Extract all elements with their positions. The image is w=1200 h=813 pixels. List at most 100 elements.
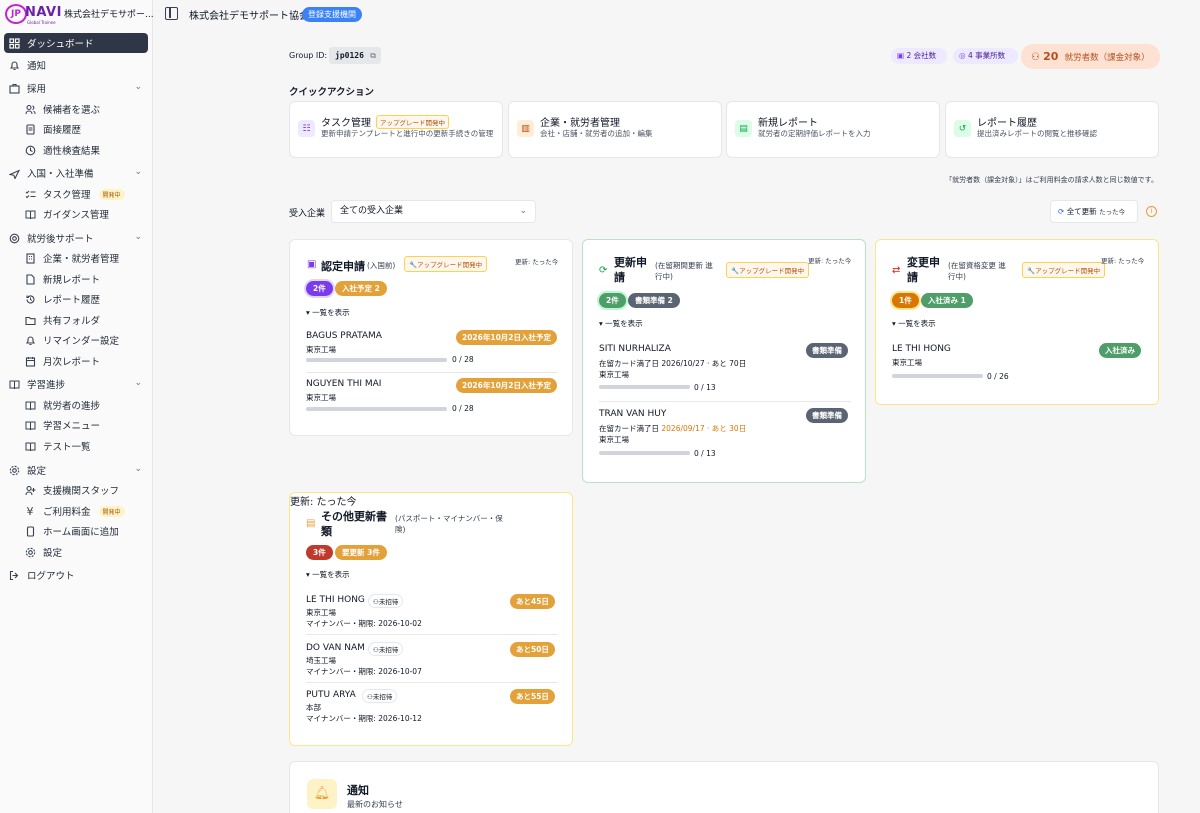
sidebar-item-learning-menu[interactable]: 学習メニュー [4, 415, 148, 435]
progress-bar [306, 358, 447, 362]
residence-expiry: 在留カード満了日 2026/09/17 · あと 30日 [599, 423, 746, 434]
show-list-toggle[interactable]: ▾ 一覧を表示 [306, 307, 350, 318]
building-icon: ▥ [517, 120, 534, 137]
invite-label: 未招待 [372, 693, 393, 701]
logo-mark: JP [5, 4, 27, 24]
invite-status[interactable]: ⚇未招待 [368, 594, 404, 608]
worker-location: 東京工場 [599, 370, 629, 379]
refresh-label: 全て更新 [1066, 207, 1097, 216]
updated-label: 更新: たった今 [808, 257, 852, 265]
sidebar-item-label: 適性検査結果 [43, 146, 101, 157]
invite-status[interactable]: ⚇未招待 [368, 642, 404, 656]
quick-action-task[interactable]: ☷ タスク管理 アップグレード開発中 更新申請テンプレートと進行中の更新手続きの管… [289, 101, 503, 158]
worker-name: NGUYEN THI MAI [306, 379, 382, 389]
users-icon: ⚇ [1031, 52, 1044, 63]
quick-action-new-report[interactable]: ▤ 新規レポート 就労者の定期評価レポートを入力 [726, 101, 940, 158]
refresh-time: たった今 [1099, 208, 1126, 216]
sidebar-item-interview-history[interactable]: 面接履歴 [4, 119, 148, 139]
worker-location: 東京工場 [306, 345, 336, 354]
sidebar-item-dashboard[interactable]: ダッシュボード [4, 33, 148, 53]
sidebar-item-staff[interactable]: 支援機関スタッフ [4, 480, 148, 500]
page-title: 株式会社デモサポート協会 [189, 11, 309, 22]
upgrade-badge: アップグレード開発中 [376, 115, 449, 129]
progress-count: 0 / 28 [452, 355, 474, 364]
sidebar-item-worker-progress[interactable]: 就労者の進捗 [4, 395, 148, 415]
sidebar-item-billing[interactable]: ¥ ご利用料金 開発中 [4, 501, 148, 521]
app-logo[interactable]: JP NAVI Global Trainee [5, 4, 61, 26]
count-chip[interactable]: 3件 [306, 545, 333, 560]
entry-date-tag: 2026年10月2日入社予定 [456, 378, 558, 393]
quick-action-report-history[interactable]: ↺ レポート履歴 提出済みレポートの閲覧と推移確認 [945, 101, 1159, 158]
sidebar: JP NAVI Global Trainee 株式会社デモサポー... ダッシュ… [0, 0, 154, 813]
sidebar-toggle-icon[interactable] [165, 7, 178, 20]
document-expiry: マイナンバー・期限: 2026-10-07 [306, 667, 422, 676]
worker-location: 東京工場 [892, 358, 922, 367]
sidebar-item-settings[interactable]: 設定 [4, 542, 148, 562]
worker-name: SITI NURHALIZA [599, 344, 671, 354]
worker-name: BAGUS PRATAMA [306, 331, 382, 341]
wrench-icon: 🔧 [731, 267, 740, 275]
group-id-label: Group ID: [289, 51, 328, 60]
show-list-toggle[interactable]: ▾ 一覧を表示 [892, 318, 936, 329]
sidebar-item-monthly-report[interactable]: 月次レポート [4, 351, 148, 371]
swap-icon: ⇄ [892, 265, 901, 276]
sidebar-item-company-workers[interactable]: 企業・就労者管理 [4, 248, 148, 268]
status-chip[interactable]: 書類準備 2 [628, 293, 680, 308]
status-tag: 入社済み [1099, 343, 1141, 358]
sidebar-item-new-report[interactable]: 新規レポート [4, 269, 148, 289]
quick-action-title: レポート履歴 [977, 118, 1037, 129]
sidebar-item-label: レポート履歴 [43, 295, 101, 306]
sidebar-item-notifications[interactable]: 通知 [4, 55, 148, 75]
sidebar-item-candidates[interactable]: 候補者を選ぶ [4, 99, 148, 119]
notifications-panel: 🔔︎ 通知 最新のお知らせ [289, 761, 1159, 813]
show-list-toggle[interactable]: ▾ 一覧を表示 [306, 569, 350, 580]
sidebar-item-label: ダッシュボード [27, 39, 94, 50]
sidebar-item-guidance[interactable]: ガイダンス管理 [4, 204, 148, 224]
bell-icon: 🔔︎ [307, 779, 337, 809]
company-filter-select[interactable]: 全ての受入企業 ⌄ [331, 200, 536, 223]
sidebar-item-reminder[interactable]: リマインダー設定 [4, 330, 148, 350]
quick-action-company[interactable]: ▥ 企業・就労者管理 会社・店舗・就労者の追加・編集 [508, 101, 722, 158]
residence-expiry: 在留カード満了日 2026/10/27 · あと 70日 [599, 359, 747, 368]
progress-bar [599, 385, 690, 389]
sidebar-group-support[interactable]: 就労後サポート ⌄ [4, 228, 148, 248]
updated-label: 更新: たった今 [515, 258, 559, 266]
sidebar-group-settings[interactable]: 設定 ⌄ [4, 460, 148, 480]
sidebar-item-label: 学習メニュー [43, 421, 101, 432]
sidebar-item-shared-folder[interactable]: 共有フォルダ [4, 310, 148, 330]
chevron-down-icon: ⌄ [134, 82, 142, 92]
book-icon [24, 440, 36, 452]
row-divider [306, 634, 558, 635]
show-list-toggle[interactable]: ▾ 一覧を表示 [599, 318, 643, 329]
chevron-down-icon: ⌄ [134, 464, 142, 474]
row-divider [306, 682, 558, 683]
workers-chip: ⚇ 20 就労者数（課金対象） [1021, 44, 1160, 69]
company-filter-value: 全ての受入企業 [340, 206, 404, 216]
sidebar-item-label: 面接履歴 [43, 125, 82, 136]
sidebar-item-add-home[interactable]: ホーム画面に追加 [4, 521, 148, 541]
status-chip[interactable]: 要更新 3件 [335, 545, 387, 560]
sidebar-item-report-history[interactable]: レポート履歴 [4, 289, 148, 309]
sidebar-item-test-list[interactable]: テスト一覧 [4, 436, 148, 456]
sidebar-group-learning[interactable]: 学習進捗 ⌄ [4, 374, 148, 394]
worker-name: DO VAN NAM [306, 643, 365, 653]
sidebar-item-task[interactable]: タスク管理 開発中 [4, 184, 148, 204]
invite-status[interactable]: ⚇未招待 [362, 689, 398, 703]
refresh-all-button[interactable]: ⟳ 全て更新 たった今 [1050, 200, 1138, 223]
count-chip[interactable]: 2件 [306, 281, 333, 296]
sidebar-group-entry[interactable]: 入国・入社準備 ⌄ [4, 163, 148, 183]
status-chip[interactable]: 入社済み 1 [921, 293, 973, 308]
info-icon[interactable]: i [1146, 206, 1157, 217]
group-id-chip[interactable]: jp0126 ⧉ [329, 47, 381, 64]
sidebar-item-aptitude[interactable]: 適性検査結果 [4, 140, 148, 160]
count-chip[interactable]: 2件 [599, 293, 626, 308]
copy-icon[interactable]: ⧉ [370, 47, 376, 64]
sidebar-item-label: タスク管理 [43, 190, 91, 201]
folder-icon [24, 314, 36, 326]
sidebar-item-logout[interactable]: ログアウト [4, 565, 148, 585]
status-chip[interactable]: 入社予定 2 [335, 281, 387, 296]
sidebar-item-label: ホーム画面に追加 [43, 527, 119, 538]
count-chip[interactable]: 1件 [892, 293, 919, 308]
sidebar-group-recruit[interactable]: 採用 ⌄ [4, 78, 148, 98]
upgrade-badge: 🔧アップグレード開発中 [726, 262, 810, 278]
